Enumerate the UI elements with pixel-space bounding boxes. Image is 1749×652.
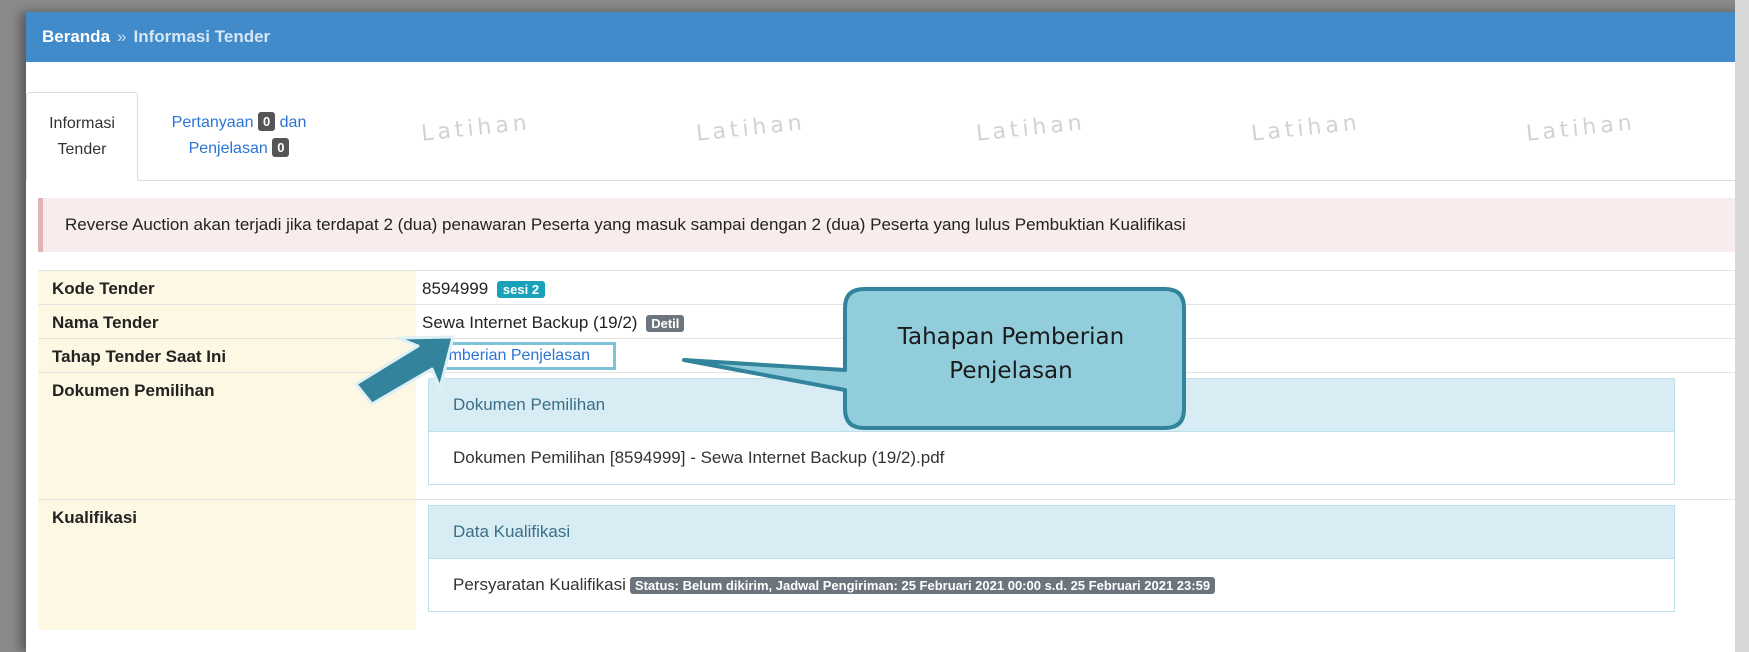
callout-text: Tahapan Pemberian Penjelasan <box>836 320 1186 388</box>
pointer-arrow-icon <box>354 335 455 406</box>
callout-line1: Tahapan Pemberian <box>897 324 1125 350</box>
callout-line2: Penjelasan <box>949 358 1073 384</box>
